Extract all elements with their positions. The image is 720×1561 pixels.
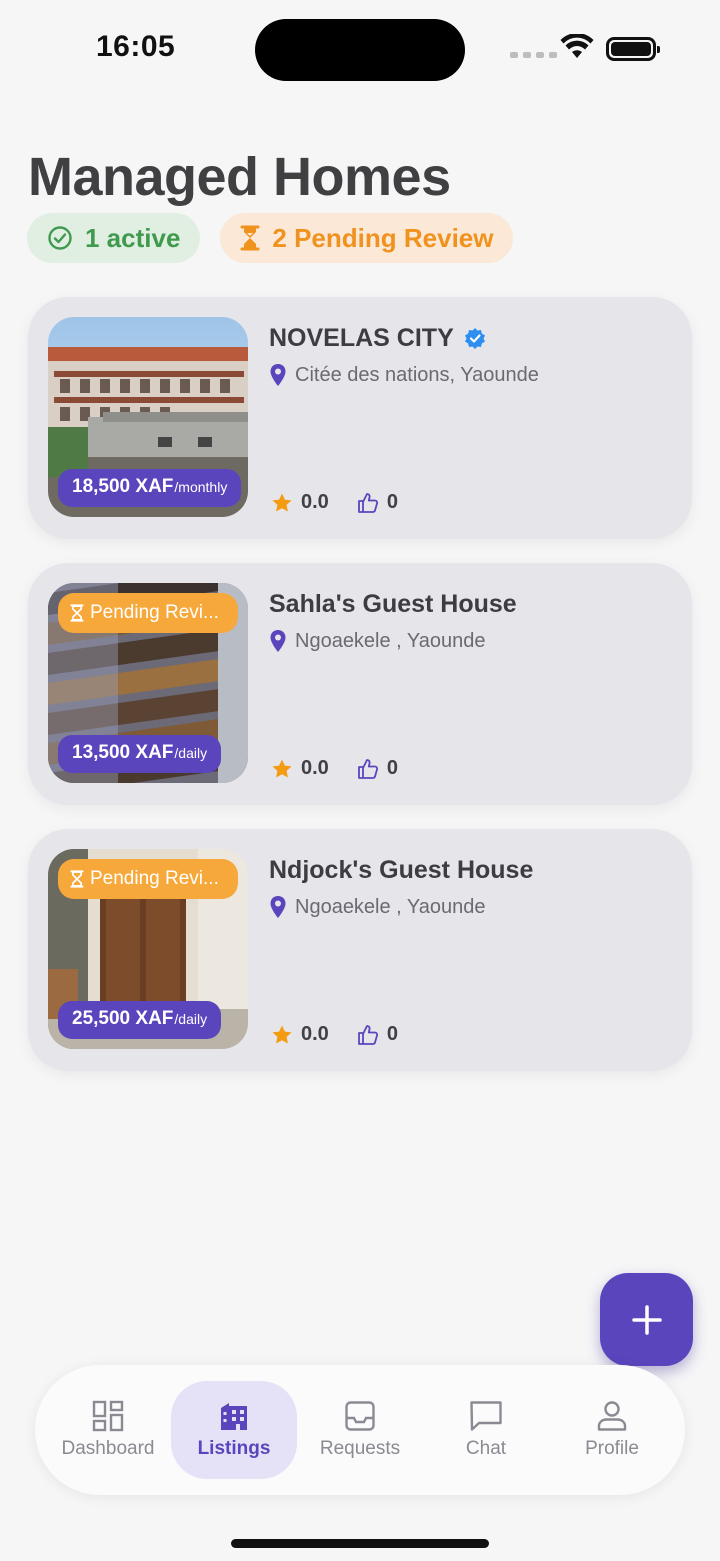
listing-name: Ndjock's Guest House [269,855,534,884]
listing-location: Ngoaekele , Yaounde [295,895,486,918]
likes-count: 0 [386,1023,398,1045]
price-amount: 18,500 XAF [72,476,174,497]
price-amount: 13,500 XAF [72,742,174,763]
star-icon [272,493,292,511]
nav-label: Requests [319,1438,401,1459]
signal-icon [510,52,557,58]
price-unit: /monthly [174,479,228,495]
listing-photo: Pending Revi... 25,500 XAF /daily [48,849,248,1049]
rating-value: 0.0 [301,1023,329,1045]
likes-count: 0 [386,757,398,779]
pending-status-badge: Pending Revi... [58,593,238,633]
thumbs-up-icon [357,758,378,779]
listing-photo: 18,500 XAF /monthly [48,317,248,517]
price-unit: /daily [174,1011,208,1027]
status-label: Pending Revi... [90,602,219,623]
active-count-label: 1 active [85,222,181,253]
nav-label: Chat [465,1438,507,1459]
likes-count: 0 [386,491,398,513]
pending-count-label: 2 Pending Review [272,222,494,253]
nav-label: Listings [197,1438,271,1459]
check-circle-icon [48,226,72,250]
chat-icon [470,1401,502,1431]
verified-badge-icon [464,328,485,349]
listing-card[interactable]: 18,500 XAF /monthly NOVELAS CITY Citée d… [28,297,692,539]
pending-status-badge: Pending Revi... [58,859,238,899]
listing-card[interactable]: Pending Revi... 25,500 XAF /daily Ndjock… [28,829,692,1071]
wifi-icon [560,34,594,58]
nav-item-profile[interactable]: Profile [549,1381,675,1479]
location-pin-icon [270,630,286,652]
star-icon [272,759,292,777]
thumbs-up-icon [357,492,378,513]
dashboard-icon [92,1400,124,1432]
rating-value: 0.0 [301,757,329,779]
hourglass-icon [70,604,84,622]
price-amount: 25,500 XAF [72,1008,174,1029]
star-icon [272,1025,292,1043]
pending-count-chip[interactable]: 2 Pending Review [220,213,514,263]
add-listing-button[interactable] [600,1273,693,1366]
bottom-navigation: Dashboard Listings Requests Chat Profile [35,1365,685,1495]
location-pin-icon [270,364,286,386]
person-icon [597,1401,627,1431]
nav-label: Profile [585,1438,639,1459]
location-pin-icon [270,896,286,918]
active-count-chip[interactable]: 1 active [27,213,201,263]
rating-value: 0.0 [301,491,329,513]
status-time: 16:05 [96,30,176,63]
hourglass-icon [70,870,84,888]
listing-card[interactable]: Pending Revi... 13,500 XAF /daily Sahla'… [28,563,692,805]
nav-item-dashboard[interactable]: Dashboard [45,1381,171,1479]
listing-photo: Pending Revi... 13,500 XAF /daily [48,583,248,783]
home-indicator[interactable] [231,1539,489,1548]
listing-location: Citée des nations, Yaounde [295,363,539,386]
price-tag: 13,500 XAF /daily [58,735,222,773]
price-unit: /daily [174,745,208,761]
nav-item-requests[interactable]: Requests [297,1381,423,1479]
status-bar: 16:05 [0,0,720,100]
battery-icon [606,37,660,61]
nav-item-listings[interactable]: Listings [171,1381,297,1479]
hourglass-icon [240,225,260,251]
price-tag: 25,500 XAF /daily [58,1001,222,1039]
status-label: Pending Revi... [90,868,219,889]
status-summary: 1 active 2 Pending Review [27,213,514,263]
page-title: Managed Homes [28,147,451,207]
listing-location: Ngoaekele , Yaounde [295,629,486,652]
nav-item-chat[interactable]: Chat [423,1381,549,1479]
nav-label: Dashboard [61,1438,155,1459]
plus-icon [631,1304,662,1335]
listing-name: Sahla's Guest House [269,589,517,618]
dynamic-island [255,19,465,81]
thumbs-up-icon [357,1024,378,1045]
price-tag: 18,500 XAF /monthly [58,469,242,507]
building-icon [221,1403,247,1430]
listing-name: NOVELAS CITY [269,323,454,352]
inbox-icon [345,1401,375,1431]
